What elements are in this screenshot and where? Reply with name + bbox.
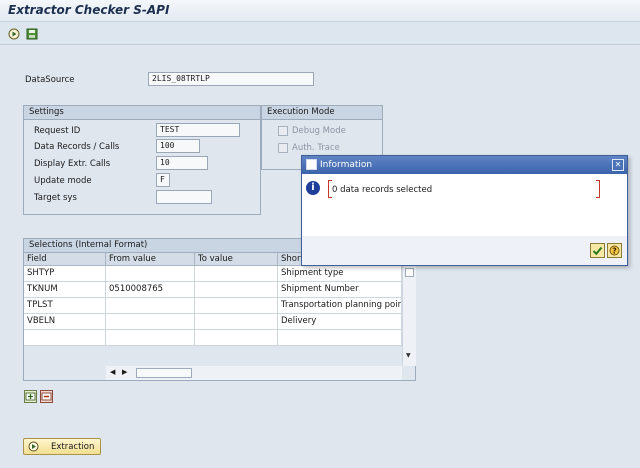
- dialog-window-icon: [306, 159, 317, 170]
- table-row-from[interactable]: [106, 266, 195, 282]
- save-variant-icon[interactable]: [25, 27, 39, 41]
- display-calls-field[interactable]: 10: [156, 156, 208, 170]
- scroll-right-icon[interactable]: ▶: [122, 368, 127, 376]
- table-row-field: TPLST: [24, 298, 106, 314]
- datasource-field[interactable]: 2LIS_08TRTLP: [148, 72, 314, 86]
- table-row-text: Shipment Number: [278, 282, 402, 298]
- column-to-value[interactable]: To value: [195, 253, 278, 266]
- delete-row-icon[interactable]: [40, 390, 53, 403]
- table-row-from[interactable]: 0510008765: [106, 282, 195, 298]
- table-row-empty: [278, 330, 402, 346]
- auth-trace-label: Auth. Trace: [292, 143, 340, 153]
- debug-mode-label: Debug Mode: [292, 126, 346, 136]
- close-icon[interactable]: ✕: [612, 159, 624, 171]
- scroll-thumb-horizontal[interactable]: [136, 368, 192, 378]
- window-title: Extractor Checker S-API: [8, 3, 170, 17]
- horizontal-scrollbar[interactable]: ◀ ▶: [106, 366, 402, 380]
- dialog-footer: ?: [302, 236, 627, 265]
- application-toolbar: [0, 23, 640, 45]
- table-row-to[interactable]: [195, 298, 278, 314]
- column-field[interactable]: Field: [24, 253, 106, 266]
- info-icon: i: [306, 181, 320, 195]
- scroll-thumb[interactable]: [405, 268, 414, 277]
- insert-row-icon[interactable]: [24, 390, 37, 403]
- table-row-to[interactable]: [195, 266, 278, 282]
- table-row-field: SHTYP: [24, 266, 106, 282]
- column-from-value[interactable]: From value: [106, 253, 195, 266]
- table-row-from[interactable]: [106, 298, 195, 314]
- table-row-text: Shipment type: [278, 266, 402, 282]
- settings-group: Settings Request ID TEST Data Records / …: [23, 105, 261, 215]
- scroll-left-icon[interactable]: ◀: [110, 368, 115, 376]
- table-row-text: Delivery: [278, 314, 402, 330]
- table-row-field: TKNUM: [24, 282, 106, 298]
- information-dialog: Information ✕ i 0 data records selected …: [301, 155, 628, 266]
- data-records-field[interactable]: 100: [156, 139, 200, 153]
- table-row-empty[interactable]: [106, 330, 195, 346]
- request-id-field[interactable]: TEST: [156, 123, 240, 137]
- table-row-to[interactable]: [195, 282, 278, 298]
- update-mode-field[interactable]: F: [156, 173, 170, 187]
- settings-title: Settings: [24, 106, 260, 120]
- table-row-field: VBELN: [24, 314, 106, 330]
- vertical-scrollbar[interactable]: ▼: [402, 266, 416, 366]
- checkmark-icon: [592, 246, 603, 256]
- table-row-to[interactable]: [195, 314, 278, 330]
- data-records-label: Data Records / Calls: [34, 142, 120, 152]
- table-row-empty: [24, 330, 106, 346]
- execution-mode-title: Execution Mode: [262, 106, 382, 120]
- table-row-text: Transportation planning point: [278, 298, 402, 314]
- request-id-label: Request ID: [34, 126, 81, 136]
- display-calls-label: Display Extr. Calls: [34, 159, 111, 169]
- auth-trace-checkbox[interactable]: [278, 143, 288, 153]
- help-icon: ?: [609, 245, 620, 256]
- debug-mode-checkbox[interactable]: [278, 126, 288, 136]
- dialog-title: Information: [320, 160, 373, 170]
- table-row-from[interactable]: [106, 314, 195, 330]
- extraction-label: Extraction: [51, 441, 95, 452]
- extraction-button[interactable]: Extraction: [23, 438, 101, 455]
- text-frame-right: [596, 180, 600, 198]
- datasource-label: DataSource: [25, 75, 75, 85]
- target-sys-label: Target sys: [34, 193, 77, 203]
- help-button[interactable]: ?: [607, 243, 622, 258]
- dialog-message: 0 data records selected: [332, 185, 433, 195]
- execute-icon[interactable]: [7, 27, 21, 41]
- dialog-title-bar: Information: [302, 156, 627, 174]
- svg-text:?: ?: [612, 246, 617, 255]
- execute-icon: [28, 441, 39, 452]
- update-mode-label: Update mode: [34, 176, 92, 186]
- table-row-empty[interactable]: [195, 330, 278, 346]
- scroll-down-icon[interactable]: ▼: [406, 352, 411, 359]
- title-bar: Extractor Checker S-API: [0, 0, 640, 22]
- confirm-button[interactable]: [590, 243, 605, 258]
- target-sys-field[interactable]: [156, 190, 212, 204]
